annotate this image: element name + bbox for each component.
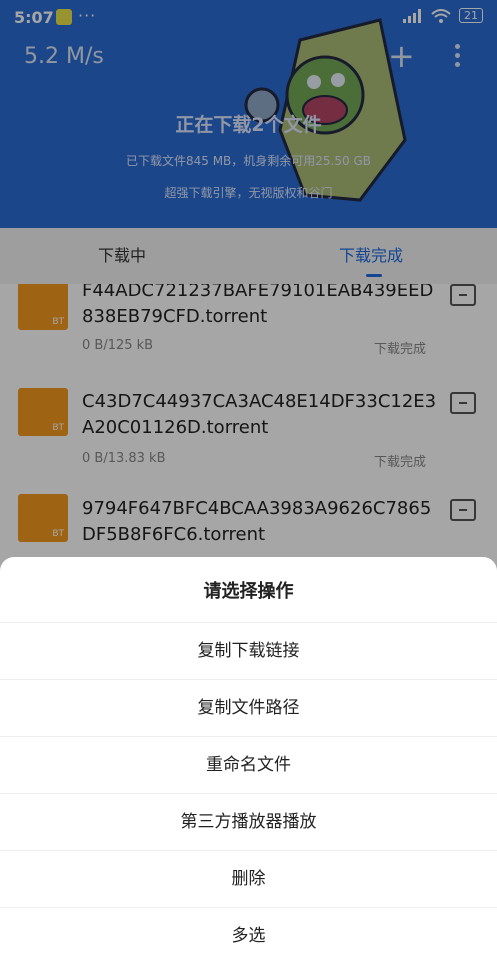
option-third-party-player[interactable]: 第三方播放器播放 xyxy=(0,793,497,850)
option-copy-download-link[interactable]: 复制下载链接 xyxy=(0,622,497,679)
option-rename-file[interactable]: 重命名文件 xyxy=(0,736,497,793)
option-copy-file-path[interactable]: 复制文件路径 xyxy=(0,679,497,736)
action-sheet: 请选择操作 复制下载链接 复制文件路径 重命名文件 第三方播放器播放 删除 多选 xyxy=(0,557,497,946)
option-multi-select[interactable]: 多选 xyxy=(0,907,497,964)
option-delete[interactable]: 删除 xyxy=(0,850,497,907)
action-sheet-title: 请选择操作 xyxy=(203,581,294,602)
